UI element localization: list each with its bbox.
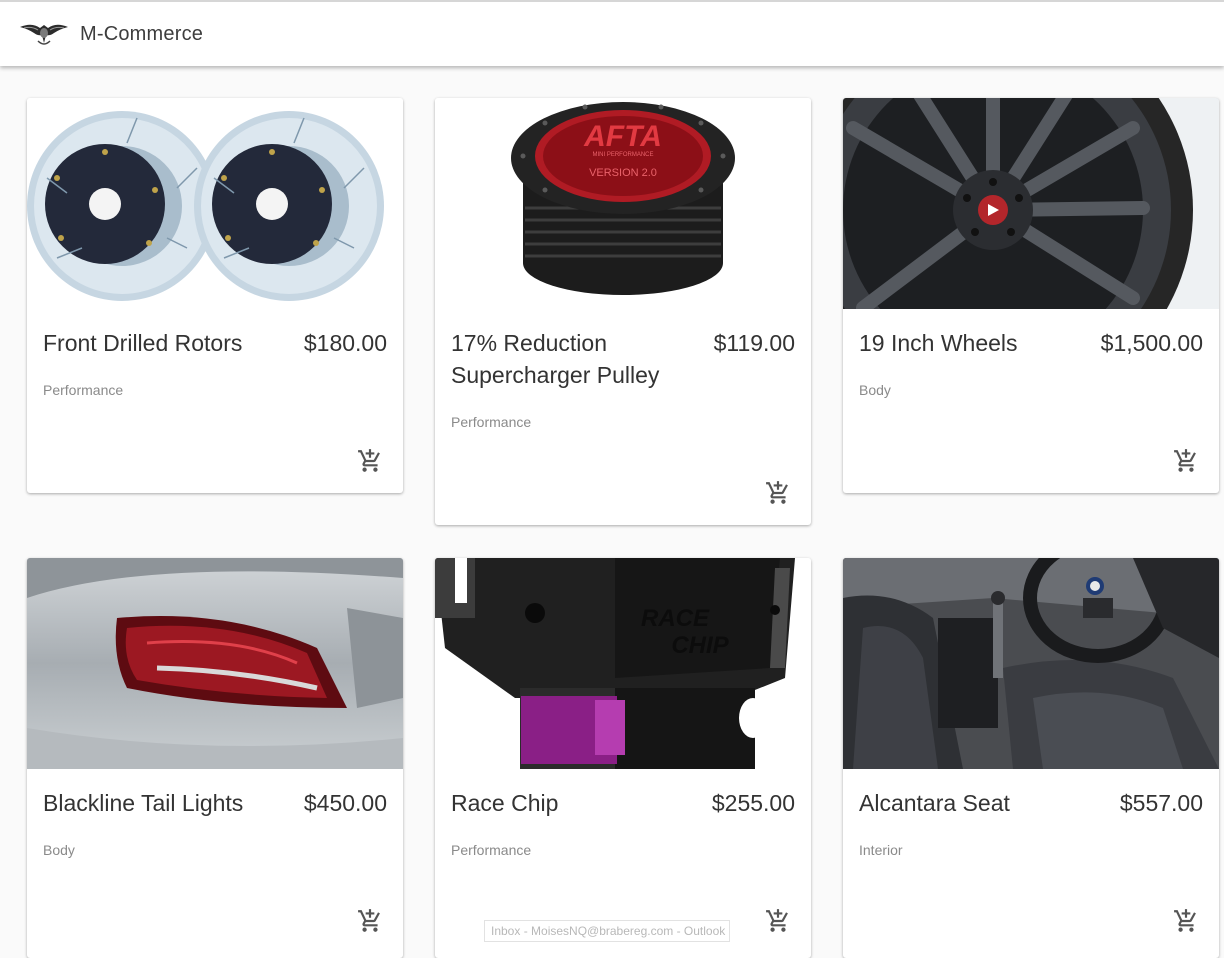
product-price: $557.00: [1119, 790, 1203, 816]
product-price: $1,500.00: [1100, 330, 1203, 356]
product-name[interactable]: 17% Reduction Supercharger Pulley: [451, 327, 691, 391]
product-price: $119.00: [713, 330, 795, 356]
product-card[interactable]: Alcantara Seat $557.00 Interior: [843, 558, 1219, 958]
add-shopping-cart-icon[interactable]: [765, 908, 791, 934]
add-shopping-cart-icon[interactable]: [765, 480, 791, 506]
product-card[interactable]: RACE CHIP Race Chip $255.00 Performance: [435, 558, 811, 958]
add-shopping-cart-icon[interactable]: [1173, 908, 1199, 934]
product-card[interactable]: Front Drilled Rotors $180.00 Performance: [27, 98, 403, 493]
product-price: $255.00: [711, 790, 795, 816]
product-name[interactable]: Blackline Tail Lights: [43, 787, 283, 819]
product-name[interactable]: 19 Inch Wheels: [859, 327, 1099, 359]
product-price: $450.00: [303, 790, 387, 816]
product-category: Body: [859, 382, 891, 398]
app-title: M-Commerce: [80, 23, 204, 45]
pulley-subtitle-text: MINI PERFORMANCE: [592, 152, 653, 158]
add-shopping-cart-icon[interactable]: [357, 448, 383, 474]
chip-brand-text-2: CHIP: [671, 632, 729, 659]
product-category: Interior: [859, 842, 903, 858]
brake-rotors-image: [27, 98, 403, 309]
product-category: Body: [43, 842, 75, 858]
supercharger-pulley-image: AFTA MINI PERFORMANCE VERSION 2.0: [435, 98, 811, 309]
app-bar: M-Commerce: [0, 0, 1224, 66]
taskbar-tooltip: Inbox - MoisesNQ@brabereg.com - Outlook: [484, 920, 730, 942]
product-card[interactable]: 19 Inch Wheels $1,500.00 Body: [843, 98, 1219, 493]
product-category: Performance: [451, 414, 532, 430]
product-card[interactable]: Blackline Tail Lights $450.00 Body: [27, 558, 403, 958]
race-chip-image: RACE CHIP: [435, 558, 811, 769]
car-interior-image: [843, 558, 1219, 769]
product-category: Performance: [43, 382, 124, 398]
add-shopping-cart-icon[interactable]: [357, 908, 383, 934]
product-name[interactable]: Race Chip: [451, 787, 691, 819]
add-shopping-cart-icon[interactable]: [1173, 448, 1199, 474]
wheel-image: [843, 98, 1219, 309]
eagle-emblem-icon[interactable]: [18, 16, 70, 50]
pulley-version-text: VERSION 2.0: [589, 167, 657, 179]
tail-light-image: [27, 558, 403, 769]
product-category: Performance: [451, 842, 532, 858]
product-name[interactable]: Front Drilled Rotors: [43, 327, 283, 359]
product-price: $180.00: [303, 330, 387, 356]
chip-brand-text-1: RACE: [641, 605, 710, 632]
product-card[interactable]: AFTA MINI PERFORMANCE VERSION 2.0 17% Re…: [435, 98, 811, 525]
pulley-brand-text: AFTA: [583, 120, 662, 153]
product-name[interactable]: Alcantara Seat: [859, 787, 1099, 819]
